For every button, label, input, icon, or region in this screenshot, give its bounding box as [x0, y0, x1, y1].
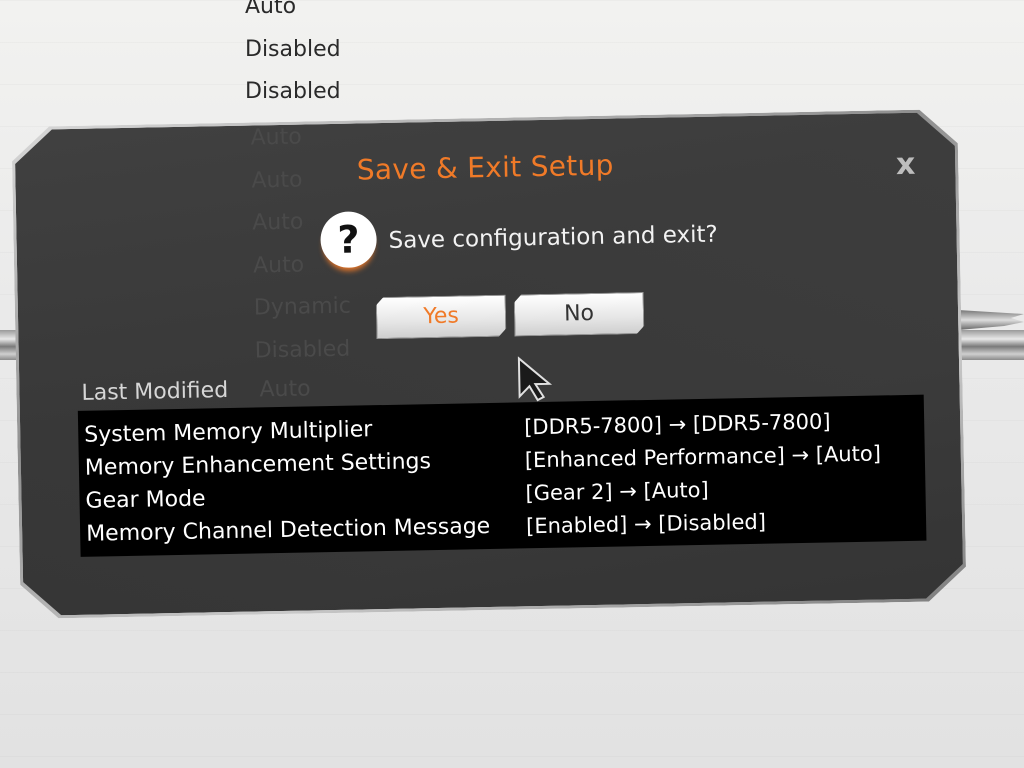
ghost-value: Dynamic [253, 293, 352, 321]
changes-list: System Memory Multiplier [DDR5-7800] → [… [78, 395, 927, 557]
change-setting-value: [Enhanced Performance] → [Auto] [524, 440, 882, 472]
change-setting-value: [DDR5-7800] → [DDR5-7800] [523, 408, 831, 439]
background-setting-values: Auto Disabled Disabled [245, 0, 341, 114]
yes-button[interactable]: Yes [376, 295, 507, 339]
dialog-question: Save configuration and exit? [388, 221, 719, 254]
question-icon: ? [320, 211, 377, 268]
ghost-value: Disabled [254, 336, 351, 363]
setting-value[interactable]: Auto [245, 0, 341, 29]
dialog-body: Auto Auto Auto Auto Dynamic Disabled Sav… [14, 112, 963, 616]
ghost-value: Auto [259, 376, 311, 403]
last-modified-label: Last Modified [81, 378, 229, 406]
no-button[interactable]: No [514, 292, 645, 336]
mouse-pointer-icon-graphic [517, 356, 558, 403]
change-setting-value: [Enabled] → [Disabled] [525, 509, 767, 538]
setting-value[interactable]: Disabled [245, 29, 341, 72]
change-setting-name: Memory Enhancement Settings [84, 449, 432, 481]
save-exit-dialog: Auto Auto Auto Auto Dynamic Disabled Sav… [11, 109, 966, 619]
close-icon[interactable]: x [896, 147, 916, 182]
dialog-title: Save & Exit Setup [356, 148, 614, 187]
change-setting-name: Memory Channel Detection Message [85, 514, 491, 547]
change-setting-name: Gear Mode [85, 486, 206, 514]
change-setting-value: [Gear 2] → [Auto] [525, 477, 709, 505]
decorative-shards [958, 310, 1024, 330]
setting-value[interactable]: Disabled [245, 71, 341, 114]
change-setting-name: System Memory Multiplier [84, 417, 373, 448]
